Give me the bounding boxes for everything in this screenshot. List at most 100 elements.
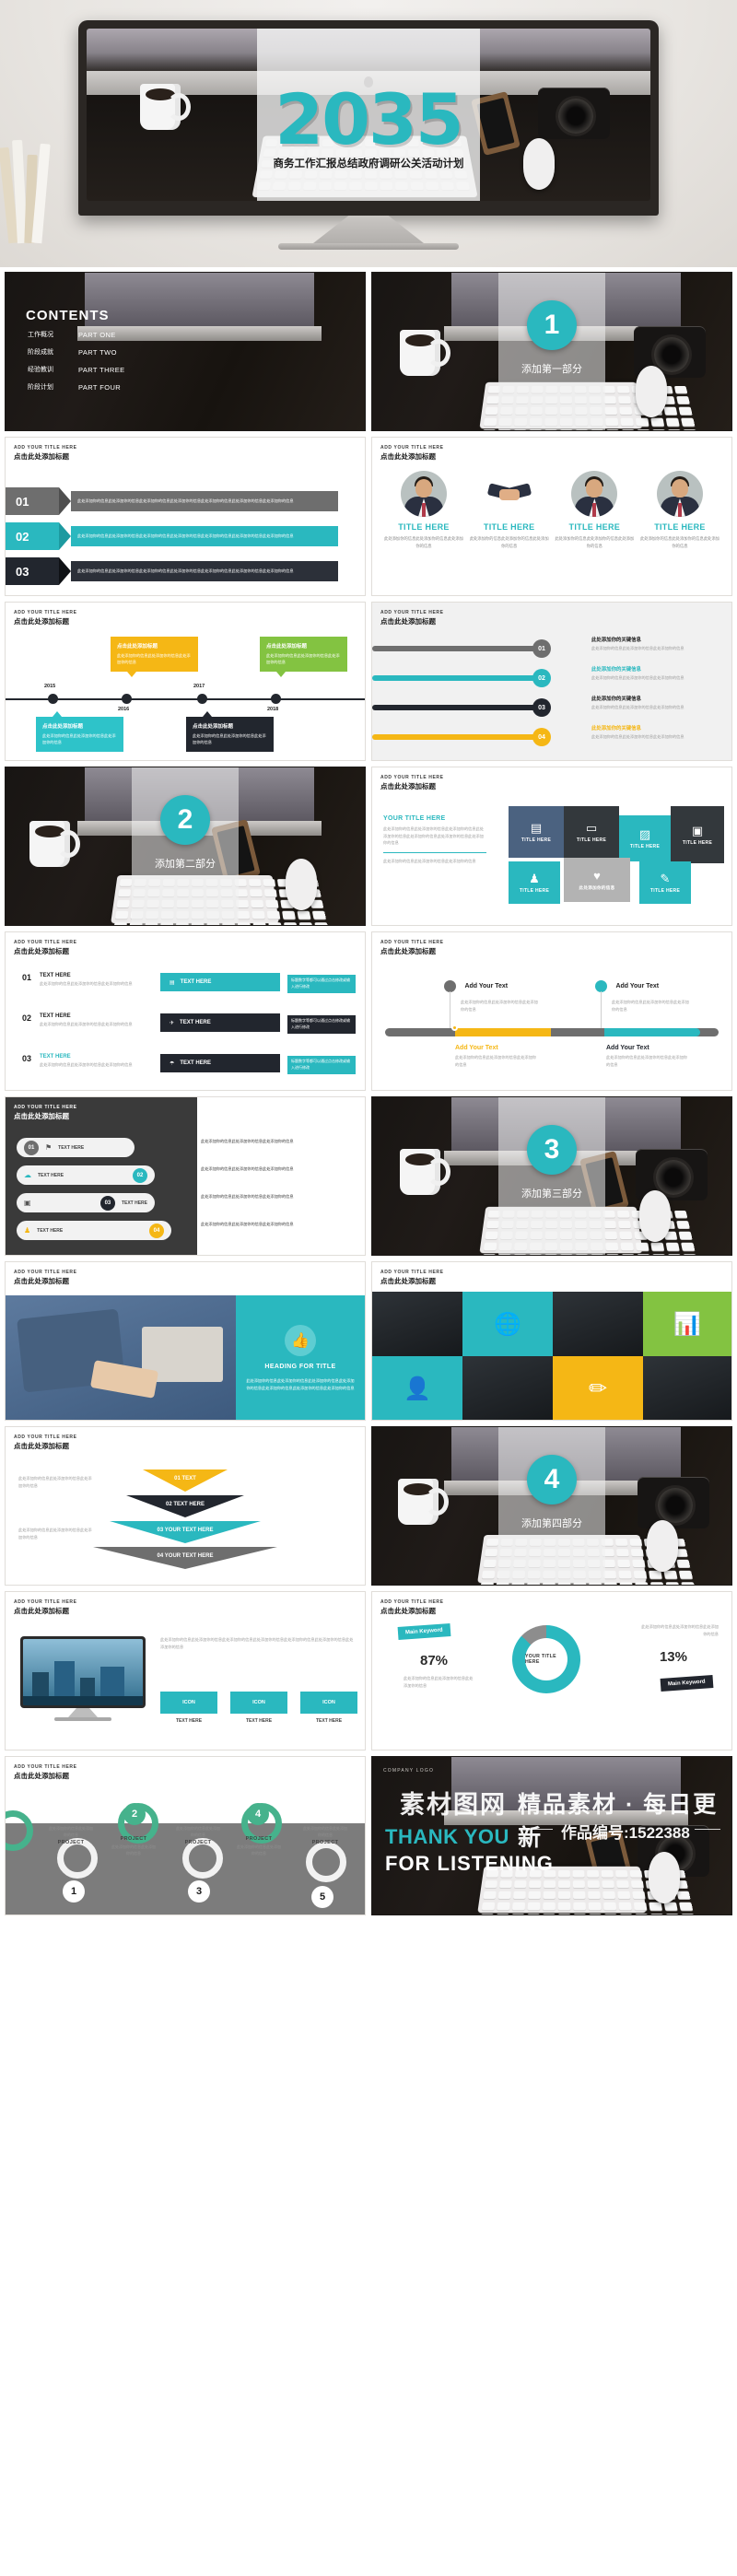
slide-pill-list[interactable]: ADD YOUR TITLE HERE 点击此处添加标题 01 此处添加你的关键… (371, 602, 732, 761)
slide-title-cn: 点击此处添加标题 (14, 617, 69, 626)
slide-chevrons[interactable]: ADD YOUR TITLE HERE 点击此处添加标题 此处添加你的信息此处添… (5, 1426, 366, 1586)
tile-7[interactable]: ✎ TITLE HERE (639, 861, 691, 904)
thank-you-line1: THANK YOU (385, 1825, 509, 1848)
arrow-bar-01[interactable]: 01 此处添加你的信息此处添加你的信息此处添加你的信息此处添加你的信息此处添加你… (6, 487, 338, 515)
slide-thank-you[interactable]: COMPANY LOGO THANK YOU FOR LISTENING 素材图… (371, 1756, 732, 1915)
process-body: 此处添加你的信息此处添加你的信息 (237, 1844, 281, 1856)
icon-col-3[interactable]: ICON TEXT HERE (300, 1692, 357, 1724)
ribbon-03[interactable]: ☂ TEXT HERE (160, 1054, 280, 1072)
slide-lozenges[interactable]: ADD YOUR TITLE HERE 点击此处添加标题 01 ⚑ TEXT H… (5, 1096, 366, 1256)
slide-icon-tiles[interactable]: ADD YOUR TITLE HERE 点击此处添加标题 YOUR TITLE … (371, 767, 732, 926)
icon-col-2[interactable]: ICON TEXT HERE (230, 1692, 287, 1724)
slide-section-3[interactable]: 3 添加第三部分 (371, 1096, 732, 1256)
process-step-5[interactable]: 5 (311, 1886, 333, 1908)
pill-text-04: 此处添加你的关键信息 此处添加你的信息此处添加你的信息此处添加你的信息 (591, 724, 720, 741)
lozenge-01[interactable]: 01 ⚑ TEXT HERE (17, 1138, 135, 1157)
globe-icon-cell[interactable]: 🌐 (462, 1292, 553, 1356)
tile-2[interactable]: ▭ TITLE HERE (564, 806, 619, 858)
arrow-bar-text: 此处添加你的信息此处添加你的信息此处添加你的信息此处添加你的信息此处添加你的信息… (77, 533, 294, 539)
text-row-03[interactable]: 03 TEXT HERE 此处添加你的信息此处添加你的信息此处添加你的信息 (22, 1054, 150, 1069)
progress-segment-teal (604, 1028, 700, 1036)
timeline-year: 2018 (267, 707, 279, 712)
timeline-dot[interactable] (197, 694, 207, 704)
process-step-4[interactable]: 4 (247, 1803, 269, 1825)
process-step-3[interactable]: 3 (188, 1880, 210, 1903)
slide-donut-chart[interactable]: ADD YOUR TITLE HERE 点击此处添加标题 Main Keywor… (371, 1591, 732, 1751)
arrow-bar-03[interactable]: 03 此处添加你的信息此处添加你的信息此处添加你的信息此处添加你的信息此处添加你… (6, 557, 338, 585)
tile-5[interactable]: ♟ TITLE HERE (509, 861, 560, 904)
team-member[interactable]: TITLE HERE 此处添加你的信息此处添加你的信息此处添加你的信息 (639, 471, 720, 549)
ayt-item-2[interactable]: Add Your Text 此处添加你的信息此处添加你的信息此处添加你的信息 (595, 978, 691, 1034)
section-number: 3 (527, 1125, 577, 1175)
slide-title-en: ADD YOUR TITLE HERE (14, 610, 77, 615)
briefcase-icon: ▣ (691, 823, 704, 837)
pill-item-02[interactable]: 02 (372, 669, 551, 687)
team-member[interactable]: TITLE HERE 此处添加你的信息此处添加你的信息此处添加你的信息 (469, 471, 550, 549)
text-row-02[interactable]: 02 TEXT HERE 此处添加你的信息此处添加你的信息此处添加你的信息 (22, 1013, 150, 1028)
person-icon: ♟ (24, 1226, 31, 1235)
ribbon-01[interactable]: ▤ TEXT HERE (160, 973, 280, 991)
slide-monitor-icons[interactable]: ADD YOUR TITLE HERE 点击此处添加标题 此处添加你的信息此处添… (5, 1591, 366, 1751)
lozenge-02[interactable]: ☁ TEXT HERE 02 (17, 1165, 155, 1185)
lozenge-text-04: 此处添加你的信息此处添加你的信息此处添加你的信息 (201, 1222, 294, 1226)
ayt-item-3[interactable]: Add Your Text 此处添加你的信息此处添加你的信息此处添加你的信息 (455, 1045, 538, 1068)
ribbon-label: TEXT HERE (180, 1020, 211, 1025)
chevron-1[interactable]: 01 TEXT (143, 1469, 228, 1492)
slide-arrow-bars[interactable]: ADD YOUR TITLE HERE 点击此处添加标题 01 此处添加你的信息… (5, 437, 366, 596)
lozenge-03[interactable]: ▣ 03 TEXT HERE (17, 1193, 155, 1212)
progress-handle[interactable] (451, 1025, 458, 1031)
tile-6[interactable]: ♥ 此处添加你的信息 (564, 858, 630, 902)
slide-header: ADD YOUR TITLE HERE 点击此处添加标题 (14, 940, 77, 956)
slide-add-your-text[interactable]: ADD YOUR TITLE HERE 点击此处添加标题 Add Your Te… (371, 931, 732, 1091)
arrow-bar-02[interactable]: 02 此处添加你的信息此处添加你的信息此处添加你的信息此处添加你的信息此处添加你… (6, 522, 338, 550)
timeline-dot[interactable] (271, 694, 281, 704)
ayt-item-4[interactable]: Add Your Text 此处添加你的信息此处添加你的信息此处添加你的信息 (606, 1045, 689, 1068)
slide-icon-grid[interactable]: ADD YOUR TITLE HERE 点击此处添加标题 🌐 📊 👤 ✏ (371, 1261, 732, 1421)
pill-item-01[interactable]: 01 (372, 639, 551, 658)
slide-team[interactable]: ADD YOUR TITLE HERE 点击此处添加标题 TITLE HERE … (371, 437, 732, 596)
pill-item-04[interactable]: 04 (372, 728, 551, 746)
timeline-card[interactable]: 点击此处添加标题 此处添加你的信息此处添加你的信息此处添加你的信息 (186, 711, 274, 752)
timeline-dot[interactable] (122, 694, 132, 704)
tile-1[interactable]: ▤ TITLE HERE (509, 806, 564, 858)
ayt-item-1[interactable]: Add Your Text 此处添加你的信息此处添加你的信息此处添加你的信息 (444, 978, 540, 1034)
timeline-card[interactable]: 点击此处添加标题 此处添加你的信息此处添加你的信息此处添加你的信息 (260, 637, 347, 677)
process-step-1[interactable]: 1 (63, 1880, 85, 1903)
slide-timeline[interactable]: ADD YOUR TITLE HERE 点击此处添加标题 2015 2016 2… (5, 602, 366, 761)
tile-3[interactable]: ▨ TITLE HERE (619, 815, 671, 861)
slide-text-here[interactable]: ADD YOUR TITLE HERE 点击此处添加标题 01 TEXT HER… (5, 931, 366, 1091)
slide-process[interactable]: ADD YOUR TITLE HERE 点击此处添加标题 1 2 3 4 5 此… (5, 1756, 366, 1915)
tile-label: TITLE HERE (629, 843, 661, 849)
pencil-icon-cell[interactable]: ✏ (553, 1356, 643, 1420)
team-member[interactable]: TITLE HERE 此处添加你的信息此处添加你的信息此处添加你的信息 (554, 471, 635, 549)
lozenge-04[interactable]: ♟ TEXT HERE 04 (17, 1221, 171, 1240)
slide-section-2[interactable]: 2 添加第二部分 (5, 767, 366, 926)
cover-slide: 2035 商务工作汇报总结政府调研公关活动计划 (0, 0, 737, 267)
pill-item-03[interactable]: 03 (372, 698, 551, 717)
section-subtitle: 添加第一部分 (521, 364, 582, 375)
slide-contents[interactable]: CONTENTS 工作概况 PART ONE 阶段成就 PART TWO 经验教训 P… (5, 272, 366, 431)
process-step-2[interactable]: 2 (123, 1803, 146, 1825)
donut-chart: YOUR TITLE HERE (512, 1625, 580, 1693)
timeline-card-title: 点击此处添加标题 (193, 724, 234, 730)
chevron-3[interactable]: 03 YOUR TEXT HERE (110, 1521, 261, 1543)
timeline-dot[interactable] (48, 694, 58, 704)
pill-title: 此处添加你的关键信息 (591, 697, 641, 702)
chevron-4[interactable]: 04 YOUR TEXT HERE (93, 1547, 277, 1569)
slide-photo-heading[interactable]: ADD YOUR TITLE HERE 点击此处添加标题 👍 HEADING F… (5, 1261, 366, 1421)
chart-icon-cell[interactable]: 📊 (643, 1292, 731, 1356)
icon-col-1[interactable]: ICON TEXT HERE (160, 1692, 217, 1724)
row-title: TEXT HERE (40, 1013, 71, 1019)
contents-item-en: PART TWO (78, 347, 117, 357)
tile-4[interactable]: ▣ TITLE HERE (671, 806, 724, 863)
timeline-card[interactable]: 点击此处添加标题 此处添加你的信息此处添加你的信息此处添加你的信息 (36, 711, 123, 752)
person-icon-cell[interactable]: 👤 (372, 1356, 462, 1420)
slide-section-4[interactable]: 4 添加第四部分 (371, 1426, 732, 1586)
text-row-01[interactable]: 01 TEXT HERE 此处添加你的信息此处添加你的信息此处添加你的信息 (22, 973, 150, 988)
chevron-2[interactable]: 02 TEXT HERE (126, 1495, 244, 1517)
team-member[interactable]: TITLE HERE 此处添加你的信息此处添加你的信息此处添加你的信息 (383, 471, 464, 549)
slide-section-1[interactable]: 1 添加第一部分 (371, 272, 732, 431)
timeline-card[interactable]: 点击此处添加标题 此处添加你的信息此处添加你的信息此处添加你的信息 (111, 637, 198, 677)
monitor-thumb (20, 1636, 146, 1721)
ribbon-02[interactable]: ✈ TEXT HERE (160, 1013, 280, 1032)
